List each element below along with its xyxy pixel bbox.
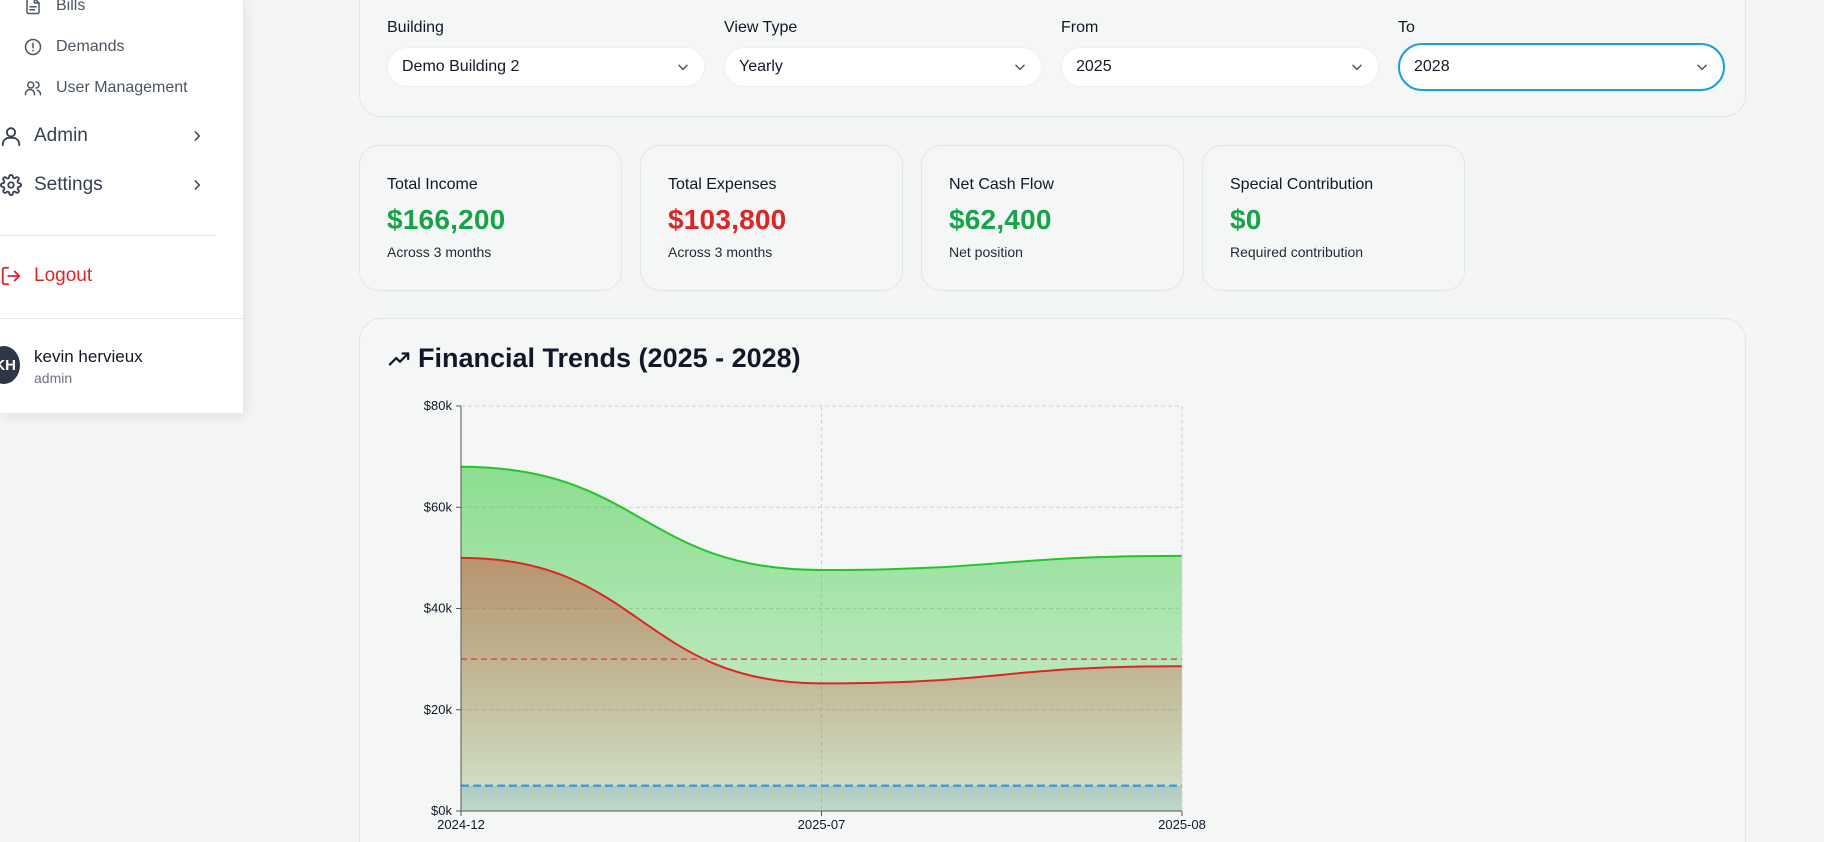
chevron-right-icon — [190, 129, 204, 143]
sidebar-item-settings[interactable]: Settings — [0, 174, 204, 196]
x-tick-label: 2025-08 — [1158, 817, 1206, 832]
sidebar-item-user-management[interactable]: User Management — [24, 79, 188, 97]
stat-subtitle: Required contribution — [1230, 244, 1364, 260]
sidebar-divider — [0, 235, 217, 236]
stat-title: Total Expenses — [668, 176, 777, 193]
stat-card-special-contribution: Special Contribution $0 Required contrib… — [1202, 145, 1465, 291]
to-value: 2028 — [1414, 58, 1450, 75]
sidebar-divider — [0, 318, 244, 319]
sidebar-item-label: Demands — [56, 38, 125, 55]
alert-circle-icon — [24, 38, 42, 56]
sidebar-item-label: Settings — [34, 174, 103, 195]
stat-value: $166,200 — [387, 204, 506, 235]
chart-card: Financial Trends (2025 - 2028) $0k $20k $4… — [359, 318, 1746, 842]
stat-value: $0 — [1230, 204, 1262, 235]
chevron-down-icon — [1013, 60, 1027, 74]
chevron-right-icon — [190, 178, 204, 192]
to-label: To — [1398, 19, 1415, 36]
view-type-value: Yearly — [739, 58, 783, 75]
stat-card-total-income: Total Income $166,200 Across 3 months — [359, 145, 622, 291]
from-select[interactable]: 2025 — [1061, 47, 1379, 87]
sidebar: Bills Demands User Management Admin Sett… — [0, 0, 244, 413]
stat-value: $62,400 — [949, 204, 1052, 235]
filter-card: Building Demo Building 2 View Type Yearl… — [359, 0, 1746, 117]
y-tick-label: $40k — [424, 601, 453, 616]
users-icon — [24, 79, 42, 97]
sidebar-item-admin[interactable]: Admin — [0, 125, 204, 147]
avatar[interactable]: KH — [0, 346, 20, 384]
stat-subtitle: Across 3 months — [668, 244, 773, 260]
sidebar-item-demands[interactable]: Demands — [24, 38, 124, 56]
user-name: kevin hervieux — [34, 347, 143, 366]
financial-trends-chart: $0k $20k $40k $60k $80k 2024-12 2025-07 2025-08 — [424, 398, 1206, 832]
x-tick-label: 2024-12 — [437, 817, 485, 832]
y-tick-label: $60k — [424, 499, 453, 514]
user-icon — [0, 125, 22, 147]
to-select[interactable]: 2028 — [1398, 43, 1725, 91]
y-tick-label: $0k — [431, 803, 452, 818]
logout-button[interactable]: Logout — [0, 265, 92, 287]
building-label: Building — [387, 19, 444, 36]
building-select[interactable]: Demo Building 2 — [387, 47, 705, 87]
user-role: admin — [34, 370, 73, 386]
y-tick-label: $80k — [424, 398, 453, 413]
chevron-down-icon — [1695, 60, 1709, 74]
y-tick-label: $20k — [424, 702, 453, 717]
sidebar-item-bills[interactable]: Bills — [24, 0, 85, 15]
view-type-select[interactable]: Yearly — [724, 47, 1042, 87]
stat-value: $103,800 — [668, 204, 787, 235]
from-label: From — [1061, 19, 1099, 36]
stat-subtitle: Net position — [949, 244, 1023, 260]
document-icon — [24, 0, 42, 15]
stat-card-total-expenses: Total Expenses $103,800 Across 3 months — [640, 145, 903, 291]
chevron-down-icon — [1350, 60, 1364, 74]
sidebar-item-label: Bills — [56, 0, 86, 14]
logout-label: Logout — [34, 265, 93, 286]
sidebar-item-label: User Management — [56, 79, 188, 96]
chevron-down-icon — [676, 60, 690, 74]
view-type-label: View Type — [724, 19, 798, 36]
stat-title: Special Contribution — [1230, 176, 1374, 193]
stat-title: Net Cash Flow — [949, 176, 1054, 193]
building-value: Demo Building 2 — [402, 58, 520, 75]
logout-icon — [0, 265, 22, 287]
stat-title: Total Income — [387, 176, 478, 193]
from-filter: From 2025 — [1061, 19, 1379, 87]
building-filter: Building Demo Building 2 — [387, 19, 705, 87]
stat-subtitle: Across 3 months — [387, 244, 492, 260]
sidebar-item-label: Admin — [34, 125, 88, 146]
from-value: 2025 — [1076, 58, 1112, 75]
gear-icon — [0, 174, 22, 196]
stat-card-net-cash-flow: Net Cash Flow $62,400 Net position — [921, 145, 1184, 291]
to-filter: To 2028 — [1398, 19, 1725, 91]
view-type-filter: View Type Yearly — [724, 19, 1042, 87]
x-tick-label: 2025-07 — [798, 817, 846, 832]
